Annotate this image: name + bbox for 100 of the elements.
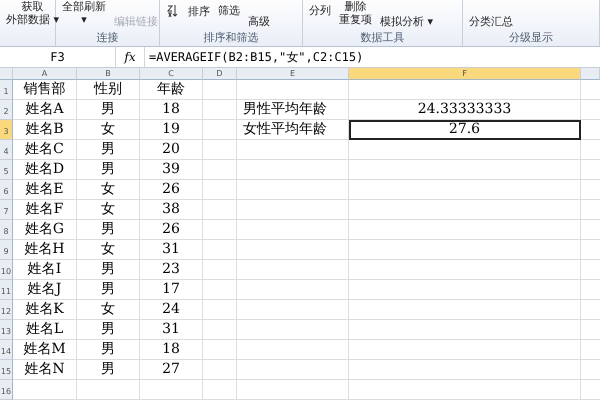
table-cell bbox=[203, 380, 237, 400]
table-cell: 销售部 bbox=[13, 80, 77, 100]
table-cell bbox=[203, 120, 237, 140]
formula-field[interactable]: =AVERAGEIF(B2:B15,"女",C2:C15) bbox=[144, 47, 600, 67]
table-cell bbox=[203, 320, 237, 340]
table-cell: 38 bbox=[140, 200, 203, 220]
table-cell: 27.6 bbox=[349, 120, 581, 140]
table-cell bbox=[203, 340, 237, 360]
table-cell: 31 bbox=[140, 240, 203, 260]
row-header[interactable]: 15 bbox=[0, 360, 13, 380]
table-cell: 26 bbox=[140, 180, 203, 200]
table-cell: 23 bbox=[140, 260, 203, 280]
table-cell: 31 bbox=[140, 320, 203, 340]
table-cell: 男 bbox=[77, 360, 140, 380]
table-cell: 姓名K bbox=[13, 300, 77, 320]
sort-button[interactable]: 排序 bbox=[166, 4, 210, 18]
table-cell: 姓名C bbox=[13, 140, 77, 160]
table-cell: 男 bbox=[77, 280, 140, 300]
table-cell: 39 bbox=[140, 160, 203, 180]
row-header[interactable]: 4 bbox=[0, 140, 13, 160]
column-header[interactable]: A bbox=[13, 68, 77, 80]
table-cell: 男 bbox=[77, 160, 140, 180]
row-header[interactable]: 3 bbox=[0, 120, 13, 140]
table-cell bbox=[203, 360, 237, 380]
sort-icon bbox=[166, 4, 178, 18]
select-all-button[interactable] bbox=[0, 68, 13, 80]
row-header[interactable]: 2 bbox=[0, 100, 13, 120]
row-header[interactable]: 5 bbox=[0, 160, 13, 180]
table-cell: 24 bbox=[140, 300, 203, 320]
table-cell bbox=[203, 180, 237, 200]
table-cell: 19 bbox=[140, 120, 203, 140]
table-cell: 27 bbox=[140, 360, 203, 380]
table-cell bbox=[203, 140, 237, 160]
table-cell: 姓名B bbox=[13, 120, 77, 140]
table-cell: 性别 bbox=[77, 80, 140, 100]
table-cell: 男性平均年龄 bbox=[237, 100, 349, 120]
table-cell: 姓名D bbox=[13, 160, 77, 180]
table-cell: 姓名L bbox=[13, 320, 77, 340]
table-cell bbox=[203, 280, 237, 300]
column-header[interactable]: C bbox=[140, 68, 203, 80]
table-cell bbox=[203, 200, 237, 220]
table-cell: 女 bbox=[77, 300, 140, 320]
ribbon-button[interactable]: 筛选 bbox=[218, 4, 240, 17]
fx-button[interactable]: fx bbox=[116, 50, 144, 64]
table-cell bbox=[203, 100, 237, 120]
table-cell bbox=[77, 380, 140, 400]
table-cell: 男 bbox=[77, 320, 140, 340]
table-cell: 姓名I bbox=[13, 260, 77, 280]
column-header[interactable]: F bbox=[349, 68, 581, 80]
table-cell bbox=[203, 220, 237, 240]
table-cell: 姓名H bbox=[13, 240, 77, 260]
ribbon-button[interactable]: 全部刷新 ▾ bbox=[62, 0, 106, 26]
column-header[interactable]: E bbox=[237, 68, 349, 80]
column-header[interactable]: D bbox=[203, 68, 237, 80]
row-header[interactable]: 7 bbox=[0, 200, 13, 220]
table-cell: 年龄 bbox=[140, 80, 203, 100]
column-header[interactable]: B bbox=[77, 68, 140, 80]
row-header[interactable]: 12 bbox=[0, 300, 13, 320]
table-cell: 24.33333333 bbox=[349, 100, 581, 120]
ribbon-button[interactable]: 高级 bbox=[248, 14, 270, 29]
column-header[interactable] bbox=[581, 68, 600, 80]
table-cell bbox=[203, 160, 237, 180]
ribbon-button[interactable]: 分类汇总 bbox=[469, 14, 513, 29]
table-cell: 姓名G bbox=[13, 220, 77, 240]
name-box[interactable]: F3 bbox=[0, 47, 116, 67]
table-cell: 17 bbox=[140, 280, 203, 300]
table-cell: 女 bbox=[77, 240, 140, 260]
row-header[interactable]: 13 bbox=[0, 320, 13, 340]
ribbon-button[interactable]: 模拟分析 ▾ bbox=[380, 14, 434, 29]
group-label: 数据工具 bbox=[360, 31, 406, 46]
row-header[interactable]: 16 bbox=[0, 380, 13, 400]
table-cell: 姓名F bbox=[13, 200, 77, 220]
table-cell: 女 bbox=[77, 180, 140, 200]
row-header[interactable]: 11 bbox=[0, 280, 13, 300]
row-header[interactable]: 9 bbox=[0, 240, 13, 260]
table-cell bbox=[203, 260, 237, 280]
table-cell: 18 bbox=[140, 100, 203, 120]
table-cell bbox=[140, 380, 203, 400]
table-cell bbox=[203, 80, 237, 100]
table-cell: 20 bbox=[140, 140, 203, 160]
table-cell: 女性平均年龄 bbox=[237, 120, 349, 140]
table-cell: 男 bbox=[77, 340, 140, 360]
row-header[interactable]: 1 bbox=[0, 80, 13, 100]
table-cell: 女 bbox=[77, 120, 140, 140]
table-cell bbox=[13, 380, 77, 400]
table-cell: 男 bbox=[77, 100, 140, 120]
row-header[interactable]: 10 bbox=[0, 260, 13, 280]
table-cell: 姓名N bbox=[13, 360, 77, 380]
table-cell: 姓名A bbox=[13, 100, 77, 120]
row-header[interactable]: 14 bbox=[0, 340, 13, 360]
table-cell: 男 bbox=[77, 220, 140, 240]
row-header[interactable]: 8 bbox=[0, 220, 13, 240]
row-header[interactable]: 6 bbox=[0, 180, 13, 200]
group-label: 排序和筛选 bbox=[202, 31, 260, 46]
table-cell bbox=[203, 240, 237, 260]
ribbon-button[interactable]: 分列 bbox=[309, 4, 331, 17]
table-cell: 男 bbox=[77, 260, 140, 280]
group-label: 连接 bbox=[96, 31, 120, 46]
ribbon-button[interactable]: 删除 重复项 bbox=[339, 0, 372, 26]
ribbon-button[interactable]: 获取 外部数据 ▾ bbox=[6, 0, 60, 26]
